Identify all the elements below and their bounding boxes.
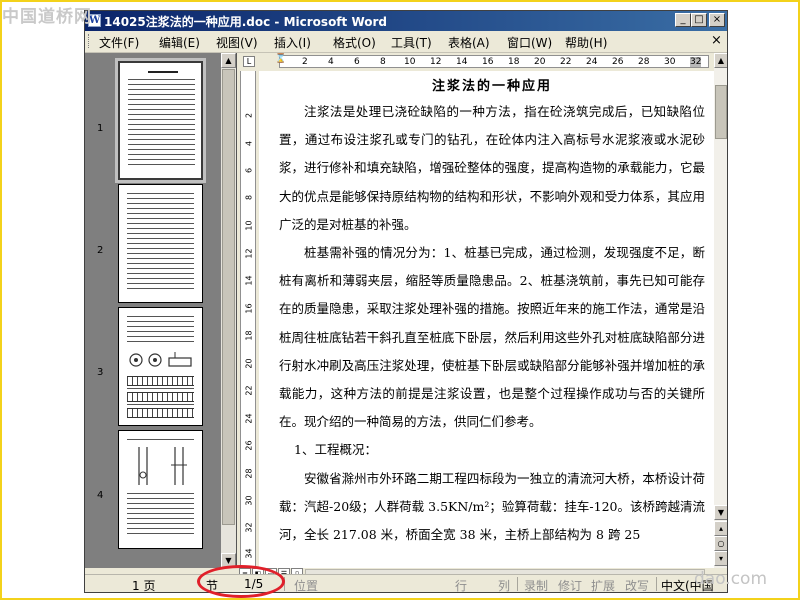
ruler-number: 12 xyxy=(430,57,442,67)
thumbnail-page-number: 2 xyxy=(97,245,104,256)
ruler-number: 26 xyxy=(244,440,254,451)
ruler-number: 22 xyxy=(560,57,572,67)
word-window: W 14025注浆法的一种应用.doc - Microsoft Word _ □… xyxy=(84,10,728,593)
ruler-number: 16 xyxy=(244,303,254,314)
horizontal-ruler[interactable]: L ⌛ 2 4 6 8 10 12 14 16 18 20 22 24 26 2… xyxy=(237,53,714,71)
status-line: 行 xyxy=(455,579,468,593)
ruler-number: 28 xyxy=(638,57,650,67)
thumbnail-page-number: 1 xyxy=(97,123,104,134)
annotation-oval xyxy=(197,565,285,598)
paragraph-3: 安徽省滁州市外环路二期工程四标段为一独立的清流河大桥，本桥设计荷载：汽超-20级… xyxy=(279,470,705,543)
ruler-number: 6 xyxy=(354,57,360,67)
close-document-icon[interactable]: × xyxy=(711,33,722,48)
watermark-right: dao.com xyxy=(694,569,768,589)
ruler-number: 20 xyxy=(534,57,546,67)
document-scrollbar[interactable]: ▲ ▼ ▴ ○ ▾ xyxy=(714,53,727,568)
section-heading: 1、工程概况： xyxy=(294,442,377,458)
indent-marker-icon[interactable]: ⌛ xyxy=(275,54,286,64)
thumbnail-scroll-thumb[interactable] xyxy=(222,69,235,525)
status-track-changes[interactable]: 修订 xyxy=(558,577,582,592)
document-page[interactable]: 注浆法的一种应用 注浆法是处理已浇砼缺陷的一种方法，指在砼浇筑完成后，已知缺陷位… xyxy=(279,71,705,549)
ruler-number: 14 xyxy=(456,57,468,67)
thumbnail-pane: 1 2 3 4 xyxy=(85,53,237,568)
paragraph-1: 注浆法是处理已浇砼缺陷的一种方法，指在砼浇筑完成后，已知缺陷位置，通过布设注浆孔… xyxy=(279,104,705,232)
status-column: 列 xyxy=(498,579,511,593)
ruler-track: ⌛ 2 4 6 8 10 12 14 16 18 20 22 24 26 28 … xyxy=(275,54,709,68)
page-thumbnail-3[interactable] xyxy=(118,307,203,426)
document-area[interactable]: 注浆法的一种应用 注浆法是处理已浇砼缺陷的一种方法，指在砼浇筑完成后，已知缺陷位… xyxy=(259,71,714,568)
ruler-number: 18 xyxy=(508,57,520,67)
status-record[interactable]: 录制 xyxy=(524,577,548,592)
minimize-button[interactable]: _ xyxy=(675,13,691,27)
previous-page-icon[interactable]: ▴ xyxy=(714,521,727,536)
menu-table[interactable]: 表格(A) xyxy=(448,34,490,51)
menu-format[interactable]: 格式(O) xyxy=(333,34,376,51)
ruler-number: 30 xyxy=(664,57,676,67)
menu-edit[interactable]: 编辑(E) xyxy=(159,34,200,51)
vertical-ruler[interactable]: 2 4 6 8 10 12 14 16 18 20 22 24 26 28 30… xyxy=(237,71,259,568)
ruler-number: 28 xyxy=(244,468,254,479)
ruler-number: 26 xyxy=(612,57,624,67)
title-bar[interactable]: W 14025注浆法的一种应用.doc - Microsoft Word _ □… xyxy=(85,11,727,31)
ruler-number: 10 xyxy=(404,57,416,67)
ruler-number: 16 xyxy=(482,57,494,67)
ruler-number: 24 xyxy=(244,413,254,424)
thumbnail-page-number: 4 xyxy=(97,490,104,501)
ruler-number: 18 xyxy=(244,330,254,341)
menu-view[interactable]: 视图(V) xyxy=(216,34,258,51)
maximize-button[interactable]: □ xyxy=(691,13,707,27)
window-title: 14025注浆法的一种应用.doc - Microsoft Word xyxy=(104,15,388,29)
ruler-number: 14 xyxy=(244,275,254,286)
ruler-number: 32 xyxy=(690,57,702,67)
vertical-ruler-track: 2 4 6 8 10 12 14 16 18 20 22 24 26 28 30… xyxy=(240,71,256,568)
document-title: 注浆法的一种应用 xyxy=(431,79,552,94)
select-browse-object-icon[interactable]: ○ xyxy=(714,536,727,551)
menu-grip-handle[interactable] xyxy=(88,34,92,48)
close-button[interactable]: × xyxy=(709,13,725,27)
doc-scroll-down-icon[interactable]: ▼ xyxy=(714,505,727,520)
ruler-number: 22 xyxy=(244,385,254,396)
ruler-number: 12 xyxy=(244,248,254,259)
ruler-number: 2 xyxy=(302,57,308,67)
thumbnail-scroll-up-icon[interactable]: ▲ xyxy=(221,53,236,68)
ruler-number: 34 xyxy=(244,548,254,559)
ruler-number: 10 xyxy=(244,220,254,231)
ruler-number: 8 xyxy=(380,57,386,67)
status-position: 位置 xyxy=(294,579,319,593)
watermark-left: 中国道桥网 xyxy=(2,7,92,27)
status-extend[interactable]: 扩展 xyxy=(591,577,615,592)
menu-window[interactable]: 窗口(W) xyxy=(507,34,552,51)
ruler-number: 20 xyxy=(244,358,254,369)
diagram-icons xyxy=(129,352,192,367)
ruler-number: 30 xyxy=(244,495,254,506)
doc-scroll-thumb[interactable] xyxy=(715,85,727,139)
next-page-icon[interactable]: ▾ xyxy=(714,551,727,566)
paragraph-2: 桩基需补强的情况分为：1、桩基已完成，通过检测，发现强度不足，断桩有离析和薄弱夹… xyxy=(279,245,705,430)
ruler-number: 4 xyxy=(244,140,254,147)
ruler-number: 4 xyxy=(328,57,334,67)
status-bar: 1 页 节 1/5 位置 行 列 录制 修订 扩展 改写 中文(中国 xyxy=(85,574,727,593)
status-overtype[interactable]: 改写 xyxy=(625,577,649,592)
page-thumbnail-1[interactable] xyxy=(115,58,206,183)
status-page: 1 页 xyxy=(132,579,156,593)
ruler-number: 8 xyxy=(244,194,254,201)
ruler-number: 32 xyxy=(244,522,254,533)
pile-diagram-icon xyxy=(138,447,187,485)
ruler-number: 6 xyxy=(244,167,254,174)
thumbnail-scrollbar[interactable]: ▲ ▼ xyxy=(221,53,236,568)
menu-tools[interactable]: 工具(T) xyxy=(391,34,432,51)
doc-scroll-up-icon[interactable]: ▲ xyxy=(714,53,727,68)
page-thumbnail-4[interactable] xyxy=(118,430,203,549)
ruler-number: 2 xyxy=(244,112,254,119)
menu-bar: 文件(F) 编辑(E) 视图(V) 插入(I) 格式(O) 工具(T) 表格(A… xyxy=(85,31,727,53)
menu-file[interactable]: 文件(F) xyxy=(99,34,139,51)
menu-help[interactable]: 帮助(H) xyxy=(565,34,607,51)
menu-insert[interactable]: 插入(I) xyxy=(274,34,311,51)
thumbnail-page-number: 3 xyxy=(97,367,104,378)
ruler-number: 24 xyxy=(586,57,598,67)
page-thumbnail-2[interactable] xyxy=(118,184,203,303)
tab-stop-icon[interactable]: L xyxy=(243,56,255,67)
